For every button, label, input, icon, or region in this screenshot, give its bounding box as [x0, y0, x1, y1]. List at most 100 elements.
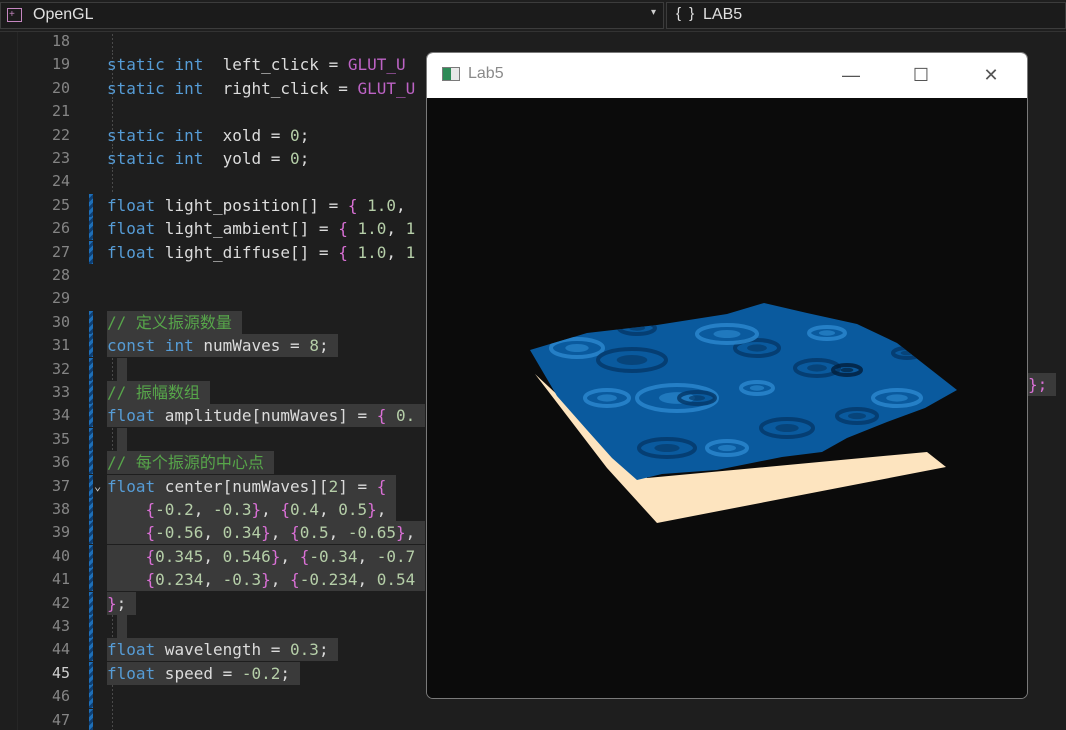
- code-text: {-0.2, -0.3}, {0.4, 0.5},: [107, 498, 397, 521]
- change-tracking-bar: [89, 217, 93, 241]
- minimize-icon: —: [842, 65, 860, 85]
- line-number: 24: [51, 172, 70, 191]
- line-number: 18: [51, 32, 70, 50]
- code-text: [117, 357, 127, 381]
- code-line[interactable]: 18: [0, 32, 1066, 53]
- code-text: static int left_click = GLUT_U: [107, 55, 406, 75]
- code-text: // 每个振源的中心点: [107, 451, 274, 475]
- code-text: float light_ambient[] = { 1.0, 1: [107, 219, 416, 239]
- code-text: [117, 615, 127, 638]
- maximize-button[interactable]: ☐: [887, 53, 955, 98]
- change-tracking-bar: [89, 685, 93, 709]
- line-number: 43: [51, 617, 70, 635]
- chevron-down-icon: ▾: [651, 7, 657, 18]
- line-number: 38: [51, 500, 70, 518]
- code-text: float center[numWaves][2] = {: [107, 474, 397, 498]
- line-number: 35: [51, 429, 70, 448]
- code-text: float amplitude[numWaves] = { 0.: [107, 404, 425, 428]
- change-tracking-bar: [89, 568, 93, 592]
- change-tracking-bar: [89, 661, 93, 685]
- code-line-34-tail: };: [1028, 373, 1056, 396]
- change-tracking-bar: [89, 357, 93, 381]
- line-number: 21: [51, 102, 70, 121]
- indent-guide: [112, 708, 113, 730]
- code-text: // 定义振源数量: [107, 310, 242, 334]
- change-tracking-bar: [89, 334, 93, 358]
- change-tracking-bar: [89, 451, 93, 475]
- indent-guide: [112, 100, 113, 124]
- change-tracking-bar: [89, 193, 93, 217]
- code-text: {0.234, -0.3}, {-0.234, 0.54: [107, 568, 425, 592]
- braces-icon: { }: [676, 5, 697, 22]
- code-text: static int right_click = GLUT_U: [107, 78, 416, 98]
- code-text: };: [107, 591, 136, 615]
- code-text: static int yold = 0;: [107, 149, 310, 168]
- window-titlebar[interactable]: Lab5 — ☐ ✕: [427, 53, 1027, 98]
- opengl-render-canvas[interactable]: [427, 98, 1027, 698]
- indent-guide: [112, 357, 113, 381]
- line-number: 36: [51, 453, 70, 472]
- window-title: Lab5: [468, 65, 504, 82]
- change-tracking-bar: [89, 240, 93, 264]
- scope-name: LAB5: [703, 6, 743, 23]
- indent-guide: [112, 170, 113, 194]
- line-number: 19: [51, 55, 70, 74]
- code-text-tail: };: [1028, 375, 1048, 394]
- scope-dropdown[interactable]: { } LAB5: [666, 2, 1066, 29]
- line-number: 46: [51, 687, 70, 706]
- line-number: 30: [51, 312, 70, 331]
- fold-chevron-icon[interactable]: ⌄: [94, 476, 101, 497]
- project-name: OpenGL: [33, 6, 94, 23]
- lab5-window[interactable]: Lab5 — ☐ ✕: [426, 52, 1028, 699]
- indent-guide: [112, 615, 113, 638]
- line-number: 41: [51, 570, 70, 589]
- line-number: 23: [51, 149, 70, 167]
- project-dropdown[interactable]: + OpenGL ▾: [0, 2, 664, 29]
- change-tracking-bar: [89, 381, 93, 404]
- cpp-project-icon: +: [7, 8, 22, 22]
- line-number: 47: [51, 710, 70, 729]
- line-number: 20: [51, 78, 70, 97]
- change-tracking-bar: [89, 474, 93, 498]
- code-text: float speed = -0.2;: [107, 661, 300, 685]
- line-number: 31: [51, 336, 70, 355]
- line-number: 22: [51, 125, 70, 144]
- change-tracking-bar: [89, 427, 93, 451]
- code-text: float light_diffuse[] = { 1.0, 1: [107, 242, 416, 262]
- change-tracking-bar: [89, 638, 93, 662]
- maximize-icon: ☐: [912, 65, 930, 85]
- line-number: 34: [51, 406, 70, 425]
- indent-guide: [112, 427, 113, 451]
- line-number: 28: [51, 266, 70, 284]
- line-number: 29: [51, 289, 70, 308]
- code-text: [117, 427, 127, 451]
- close-icon: ✕: [983, 65, 999, 85]
- code-text: const int numWaves = 8;: [107, 334, 339, 358]
- line-number: 32: [51, 359, 70, 378]
- code-text: {0.345, 0.546}, {-0.34, -0.7: [107, 544, 425, 568]
- minimize-button[interactable]: —: [817, 53, 885, 98]
- line-number: 33: [51, 383, 70, 401]
- line-number: 37: [51, 476, 70, 495]
- code-text: // 振幅数组: [107, 381, 210, 404]
- change-tracking-bar: [89, 708, 93, 730]
- line-number: 42: [51, 593, 70, 612]
- code-line[interactable]: 47: [0, 708, 1066, 730]
- code-text: {-0.56, 0.34}, {0.5, -0.65},: [107, 521, 425, 545]
- change-tracking-bar: [89, 615, 93, 638]
- change-tracking-bar: [89, 404, 93, 428]
- line-number: 45: [51, 663, 70, 682]
- indent-guide: [112, 685, 113, 709]
- line-number: 25: [51, 195, 70, 214]
- line-number: 27: [51, 242, 70, 261]
- code-text: float wavelength = 0.3;: [107, 638, 339, 662]
- line-number: 26: [51, 219, 70, 238]
- change-tracking-bar: [89, 521, 93, 545]
- line-number: 44: [51, 640, 70, 659]
- line-number: 40: [51, 546, 70, 565]
- code-text: float light_position[] = { 1.0,: [107, 195, 406, 215]
- indent-guide: [112, 32, 113, 53]
- code-text: static int xold = 0;: [107, 125, 310, 145]
- navigation-bar: + OpenGL ▾ { } LAB5: [0, 0, 1066, 32]
- close-button[interactable]: ✕: [957, 53, 1025, 98]
